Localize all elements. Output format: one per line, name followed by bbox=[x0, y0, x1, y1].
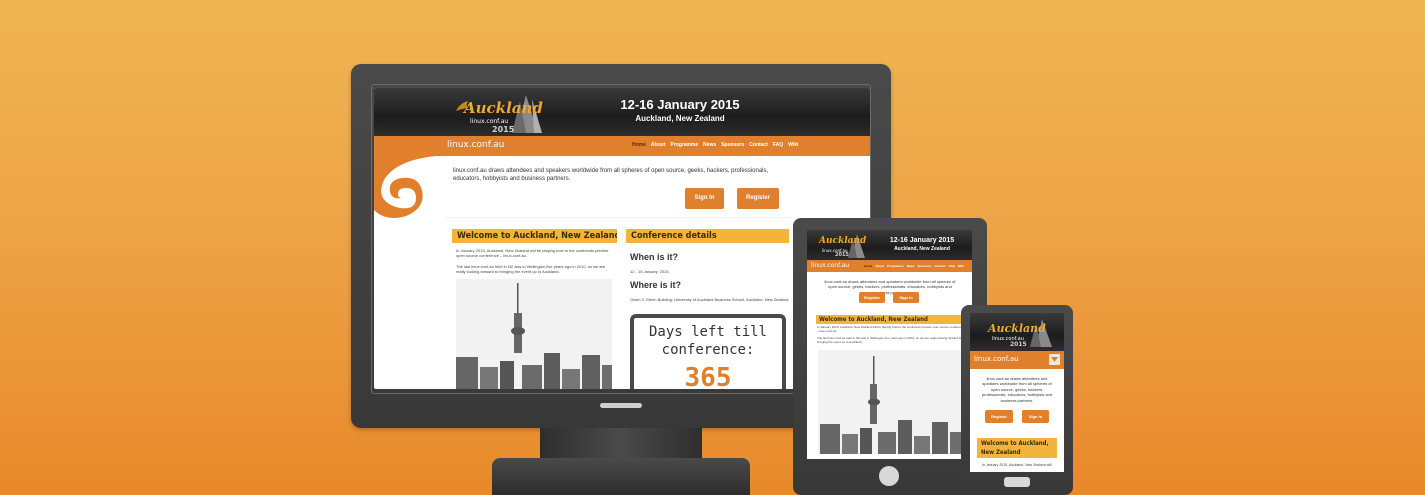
monitor-power-button bbox=[600, 403, 642, 408]
sign-in-button[interactable]: Sign In bbox=[685, 188, 724, 209]
tablet-welcome-paragraph-2: The last linux.conf.au held in NZ was in… bbox=[817, 336, 962, 344]
event-dates: 12-16 January 2015 Auckland, New Zealand bbox=[574, 97, 786, 125]
phone-nav-brand[interactable]: linux.conf.au bbox=[974, 355, 1019, 363]
tablet-nav-item-sponsors[interactable]: Sponsors bbox=[918, 264, 932, 268]
tablet-nav-item-faq[interactable]: FAQ bbox=[949, 264, 955, 268]
phone-logo-title: Auckland bbox=[988, 322, 1046, 335]
tablet-event-dates: 12-16 January 2015 Auckland, New Zealand bbox=[875, 236, 969, 253]
nav-item-wiki[interactable]: Wiki bbox=[788, 142, 798, 148]
event-date-text: 12-16 January 2015 bbox=[620, 97, 740, 112]
tablet-sign-in-button[interactable]: Sign In bbox=[893, 292, 919, 303]
register-button[interactable]: Register bbox=[737, 188, 779, 209]
site-logo[interactable]: Auckland linux.conf.au 2015 bbox=[446, 91, 550, 135]
tablet-event-location-text: Auckland, New Zealand bbox=[894, 246, 950, 252]
nav-item-news[interactable]: News bbox=[703, 142, 716, 148]
countdown-widget: Days left till conference: 365 bbox=[630, 314, 786, 389]
when-text: 12 - 15 January, 2015. bbox=[630, 269, 670, 274]
logo-subtitle: linux.conf.au bbox=[470, 118, 509, 125]
tablet-site-logo[interactable]: Auckland linux.conf.au 2015 bbox=[811, 232, 871, 259]
site-nav: linux.conf.au Home About Programme News Spon… bbox=[374, 136, 870, 156]
monitor-stand-base bbox=[492, 458, 750, 495]
phone-intro-text: linux.conf.au draws attendees and speake… bbox=[981, 376, 1053, 403]
tablet-welcome-banner: Welcome to Auckland, New Zealand bbox=[816, 315, 966, 324]
phone-home-button bbox=[1004, 477, 1030, 487]
tablet-website: Auckland linux.conf.au 2015 12-16 Januar… bbox=[807, 230, 972, 459]
tablet-nav-item-programme[interactable]: Programme bbox=[887, 264, 904, 268]
countdown-value: 365 bbox=[684, 363, 732, 389]
when-heading: When is it? bbox=[630, 252, 678, 262]
phone-welcome-banner: Welcome to Auckland, New Zealand bbox=[977, 438, 1057, 458]
tablet-site-nav: linux.conf.au Home About Programme News Spon… bbox=[807, 260, 972, 272]
phone-website: Auckland linux.conf.au 2015 linux.conf.a… bbox=[970, 313, 1064, 472]
event-location-text: Auckland, New Zealand bbox=[635, 114, 725, 123]
tablet-logo-title: Auckland bbox=[819, 236, 867, 246]
nav-item-sponsors[interactable]: Sponsors bbox=[721, 142, 744, 148]
tablet-skyline-image bbox=[818, 350, 962, 454]
welcome-paragraph-1: In January 2015, Auckland, New Zealand w… bbox=[456, 248, 609, 259]
nav-item-home[interactable]: Home bbox=[632, 142, 646, 148]
logo-year: 2015 bbox=[492, 125, 515, 134]
logo-title: Auckland bbox=[464, 99, 543, 117]
tablet-nav-item-home[interactable]: Home bbox=[864, 264, 872, 268]
triangle-down-icon bbox=[1051, 357, 1058, 362]
site-header: Auckland linux.conf.au 2015 12-16 Januar… bbox=[374, 88, 870, 136]
menu-toggle-icon[interactable] bbox=[1049, 354, 1060, 365]
auckland-skyline-image bbox=[456, 279, 612, 389]
tablet-site-header: Auckland linux.conf.au 2015 12-16 Januar… bbox=[807, 230, 972, 260]
conference-details-banner: Conference details bbox=[626, 229, 789, 243]
tablet-nav-brand[interactable]: linux.conf.au bbox=[811, 262, 849, 269]
welcome-paragraph-2: The last linux.conf.au held in NZ was in… bbox=[456, 264, 606, 275]
tablet-home-button bbox=[879, 466, 899, 486]
tablet-register-button[interactable]: Register bbox=[859, 292, 885, 303]
intro-text: linux.conf.au draws attendees and speake… bbox=[453, 168, 769, 183]
where-text: Owen G Glenn Building, University of Auc… bbox=[630, 297, 790, 302]
phone-site-nav: linux.conf.au bbox=[970, 351, 1064, 369]
nav-item-about[interactable]: About bbox=[651, 142, 665, 148]
nav-item-contact[interactable]: Contact bbox=[749, 142, 768, 148]
divider bbox=[446, 217, 791, 218]
phone-register-button[interactable]: Register bbox=[985, 410, 1013, 423]
koru-swirl-icon bbox=[374, 156, 436, 218]
where-heading: Where is it? bbox=[630, 280, 682, 290]
tablet-logo-year: 2015 bbox=[835, 252, 849, 258]
tablet-nav-menu: Home About Programme News Sponsors Contact FAQ… bbox=[864, 264, 964, 268]
countdown-label-2: conference: bbox=[661, 341, 755, 358]
nav-brand[interactable]: linux.conf.au bbox=[447, 140, 504, 150]
tablet-nav-item-contact[interactable]: Contact bbox=[934, 264, 945, 268]
phone-sign-in-button[interactable]: Sign In bbox=[1022, 410, 1049, 423]
countdown-label-1: Days left till bbox=[648, 324, 767, 340]
nav-item-programme[interactable]: Programme bbox=[670, 142, 698, 148]
nav-item-faq[interactable]: FAQ bbox=[773, 142, 783, 148]
phone-welcome-paragraph-1: In January 2015, Auckland, New Zealand w… bbox=[982, 463, 1052, 467]
tablet-nav-item-about[interactable]: About bbox=[875, 264, 884, 268]
phone-site-header: Auckland linux.conf.au 2015 bbox=[970, 313, 1064, 351]
tablet-welcome-paragraph-1: In January 2015, Auckland, New Zealand w… bbox=[817, 325, 965, 333]
tablet-event-date-text: 12-16 January 2015 bbox=[889, 237, 955, 244]
nav-menu: Home About Programme News Sponsors Contact FAQ… bbox=[632, 142, 798, 148]
welcome-banner: Welcome to Auckland, New Zealand bbox=[452, 229, 617, 243]
tablet-nav-item-wiki[interactable]: Wiki bbox=[958, 264, 964, 268]
tablet-nav-item-news[interactable]: News bbox=[907, 264, 915, 268]
tablet-intro-text: linux.conf.au draws attendees and speake… bbox=[824, 279, 956, 295]
phone-logo-year: 2015 bbox=[1010, 341, 1027, 348]
phone-site-logo[interactable]: Auckland linux.conf.au 2015 bbox=[976, 317, 1060, 349]
